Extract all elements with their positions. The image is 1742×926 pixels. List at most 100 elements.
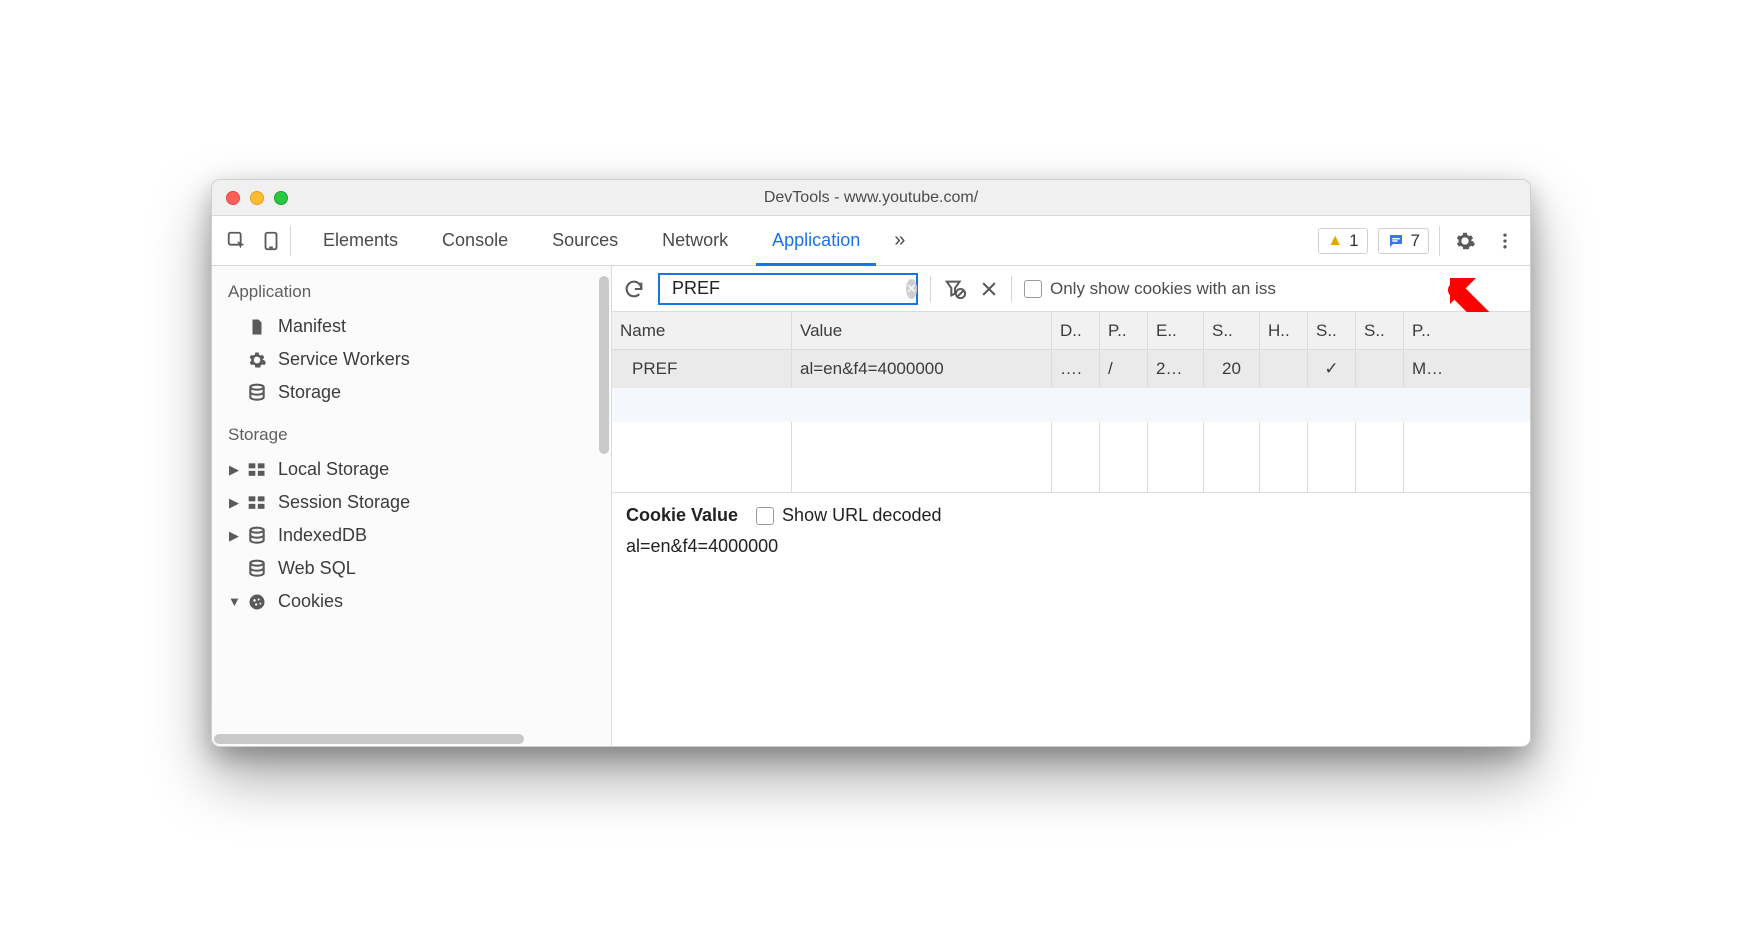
chevron-right-icon: ▶ xyxy=(228,528,240,544)
chevron-right-icon: ▶ xyxy=(228,495,240,511)
chevron-down-icon: ▼ xyxy=(228,594,240,609)
sidebar-group-storage: Storage xyxy=(212,409,611,453)
inspect-element-icon[interactable] xyxy=(222,226,252,256)
window-maximize-button[interactable] xyxy=(274,191,288,205)
cookie-value-title: Cookie Value xyxy=(626,505,738,526)
separator xyxy=(1439,226,1440,256)
only-issues-checkbox[interactable] xyxy=(1024,280,1042,298)
window-titlebar: DevTools - www.youtube.com/ xyxy=(212,180,1530,216)
filter-input-box: ✕ xyxy=(658,273,918,305)
cell-httponly xyxy=(1260,350,1308,388)
sidebar-item-label: Session Storage xyxy=(278,492,410,513)
sidebar-v-scrollbar[interactable] xyxy=(599,276,609,454)
sidebar-item-local-storage[interactable]: ▶ Local Storage xyxy=(212,453,611,486)
sidebar-item-label: Web SQL xyxy=(278,558,356,579)
tab-network[interactable]: Network xyxy=(640,216,750,265)
chevron-right-icon: ▶ xyxy=(228,462,240,478)
show-url-decoded-option[interactable]: Show URL decoded xyxy=(756,505,941,526)
window-controls xyxy=(212,191,288,205)
cookies-table: Name Value D.. P.. E.. S.. H.. S.. S.. P… xyxy=(612,312,1530,493)
col-samesite[interactable]: S.. xyxy=(1356,312,1404,349)
database-icon xyxy=(246,383,268,403)
show-url-decoded-checkbox[interactable] xyxy=(756,507,774,525)
sidebar-item-storage[interactable]: Storage xyxy=(212,376,611,409)
cell-path: / xyxy=(1100,350,1148,388)
device-toolbar-icon[interactable] xyxy=(256,226,286,256)
window-close-button[interactable] xyxy=(226,191,240,205)
only-issues-label: Only show cookies with an iss xyxy=(1050,279,1276,299)
application-sidebar: Application Manifest Service Workers xyxy=(212,266,612,746)
sidebar-item-cookies[interactable]: ▼ Cookies xyxy=(212,585,611,618)
messages-badge[interactable]: 7 xyxy=(1378,228,1429,254)
devtools-tabs: Elements Console Sources Network Applica… xyxy=(301,216,917,265)
cookie-value-panel: Cookie Value Show URL decoded al=en&f4=4… xyxy=(612,493,1530,746)
delete-cookie-icon[interactable] xyxy=(979,279,999,299)
warnings-count: 1 xyxy=(1349,231,1358,251)
toolbar-right: ▲ 1 7 xyxy=(1318,226,1520,256)
cookies-toolbar: ✕ Only show cookies with an iss xyxy=(612,266,1530,312)
col-expires[interactable]: E.. xyxy=(1148,312,1204,349)
warnings-badge[interactable]: ▲ 1 xyxy=(1318,228,1367,254)
gear-icon xyxy=(246,350,268,370)
sidebar-item-label: Storage xyxy=(278,382,341,403)
clear-all-filter-icon[interactable] xyxy=(943,278,967,300)
separator xyxy=(930,276,931,302)
cookie-icon xyxy=(246,592,268,612)
cell-expires: 2… xyxy=(1148,350,1204,388)
messages-count: 7 xyxy=(1411,231,1420,251)
col-value[interactable]: Value xyxy=(792,312,1052,349)
filter-input[interactable] xyxy=(670,277,906,300)
tab-console[interactable]: Console xyxy=(420,216,530,265)
cell-size: 20 xyxy=(1204,350,1260,388)
cell-samesite xyxy=(1356,350,1404,388)
cell-domain: …. xyxy=(1052,350,1100,388)
window-minimize-button[interactable] xyxy=(250,191,264,205)
sidebar-item-manifest[interactable]: Manifest xyxy=(212,310,611,343)
devtools-window: DevTools - www.youtube.com/ Elements Con… xyxy=(211,179,1531,747)
sidebar-item-websql[interactable]: Web SQL xyxy=(212,552,611,585)
separator xyxy=(1011,276,1012,302)
settings-gear-icon[interactable] xyxy=(1450,226,1480,256)
cell-secure: ✓ xyxy=(1308,350,1356,388)
table-header: Name Value D.. P.. E.. S.. H.. S.. S.. P… xyxy=(612,312,1530,350)
sidebar-item-label: Local Storage xyxy=(278,459,389,480)
cell-value: al=en&f4=4000000 xyxy=(792,350,1052,388)
sidebar-h-scrollbar[interactable] xyxy=(214,734,524,744)
col-secure[interactable]: S.. xyxy=(1308,312,1356,349)
sidebar-item-label: Cookies xyxy=(278,591,343,612)
grid-icon xyxy=(246,494,268,512)
content-area: Application Manifest Service Workers xyxy=(212,266,1530,746)
database-icon xyxy=(246,559,268,579)
sidebar-item-session-storage[interactable]: ▶ Session Storage xyxy=(212,486,611,519)
warning-triangle-icon: ▲ xyxy=(1327,232,1343,250)
show-url-decoded-label: Show URL decoded xyxy=(782,505,941,526)
tabs-overflow[interactable]: » xyxy=(882,216,917,265)
more-vertical-icon[interactable] xyxy=(1490,226,1520,256)
sidebar-item-label: Service Workers xyxy=(278,349,410,370)
file-icon xyxy=(246,317,268,337)
tab-sources[interactable]: Sources xyxy=(530,216,640,265)
cell-name: PREF xyxy=(612,350,792,388)
sidebar-item-label: Manifest xyxy=(278,316,346,337)
clear-filter-icon[interactable]: ✕ xyxy=(906,279,917,299)
reload-icon[interactable] xyxy=(622,277,646,301)
col-httponly[interactable]: H.. xyxy=(1260,312,1308,349)
sidebar-item-service-workers[interactable]: Service Workers xyxy=(212,343,611,376)
tab-application[interactable]: Application xyxy=(750,216,882,265)
cookies-panel: ✕ Only show cookies with an iss xyxy=(612,266,1530,746)
only-issues-option[interactable]: Only show cookies with an iss xyxy=(1024,279,1276,299)
cookie-value-text: al=en&f4=4000000 xyxy=(626,536,1516,557)
col-name[interactable]: Name xyxy=(612,312,792,349)
table-row[interactable]: PREF al=en&f4=4000000 …. / 2… 20 ✓ M… xyxy=(612,350,1530,388)
col-domain[interactable]: D.. xyxy=(1052,312,1100,349)
separator xyxy=(290,226,291,256)
sidebar-group-application: Application xyxy=(212,266,611,310)
table-empty-space xyxy=(612,388,1530,492)
tab-elements[interactable]: Elements xyxy=(301,216,420,265)
col-size[interactable]: S.. xyxy=(1204,312,1260,349)
col-path[interactable]: P.. xyxy=(1100,312,1148,349)
sidebar-item-indexeddb[interactable]: ▶ IndexedDB xyxy=(212,519,611,552)
message-bubble-icon xyxy=(1387,232,1405,250)
sidebar-item-label: IndexedDB xyxy=(278,525,367,546)
col-priority[interactable]: P.. xyxy=(1404,312,1460,349)
